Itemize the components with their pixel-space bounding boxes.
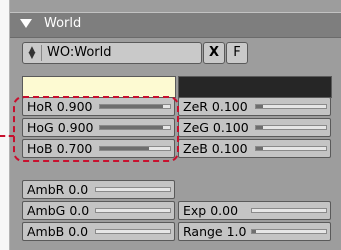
slider-fill: [256, 126, 263, 129]
zenith-green-slider[interactable]: ZeG 0.100: [178, 118, 331, 137]
slider-label: Range 1.0: [183, 224, 247, 239]
slider-track: [95, 208, 171, 213]
slider-track: [255, 125, 327, 130]
slider-fill: [252, 230, 256, 233]
unlink-world-button[interactable]: X: [203, 42, 225, 64]
collapse-triangle-icon[interactable]: [20, 19, 32, 28]
slider-label: AmbR 0.0: [27, 182, 89, 197]
slider-label: AmbB 0.0: [27, 224, 89, 239]
slider-track: [255, 104, 327, 109]
divider: [41, 45, 42, 61]
exposure-slider[interactable]: Exp 0.00: [178, 201, 331, 220]
ambient-red-slider[interactable]: AmbR 0.0: [22, 180, 175, 199]
slider-label: ZeR 0.100: [183, 99, 248, 114]
slider-fill: [256, 105, 263, 108]
horizon-color-swatch[interactable]: [22, 76, 176, 98]
slider-track: [251, 229, 327, 234]
slider-track: [95, 187, 171, 192]
slider-label: AmbG 0.0: [27, 203, 90, 218]
slider-fill: [256, 147, 263, 150]
browse-arrows-icon[interactable]: ▲ ▼: [27, 46, 37, 61]
ambient-green-slider[interactable]: AmbG 0.0: [22, 201, 175, 220]
fake-user-button[interactable]: F: [226, 42, 248, 64]
zenith-red-slider[interactable]: ZeR 0.100: [178, 97, 331, 116]
panel-title: World: [44, 16, 82, 31]
world-name-text: WO:World: [47, 45, 112, 60]
horizon-sliders-highlight: [13, 96, 179, 162]
slider-label: ZeG 0.100: [183, 120, 249, 135]
slider-track: [255, 146, 327, 151]
slider-label: ZeB 0.100: [183, 141, 248, 156]
ambient-blue-slider[interactable]: AmbB 0.0: [22, 222, 175, 241]
zenith-color-swatch[interactable]: [178, 76, 332, 98]
slider-label: Exp 0.00: [183, 203, 239, 218]
zenith-blue-slider[interactable]: ZeB 0.100: [178, 139, 331, 158]
range-slider[interactable]: Range 1.0: [178, 222, 331, 241]
highlight-callout-line: [0, 135, 14, 139]
slider-track: [251, 208, 327, 213]
panel-header[interactable]: World: [10, 12, 341, 38]
world-name-field[interactable]: ▲ ▼ WO:World: [22, 42, 202, 64]
slider-track: [95, 229, 171, 234]
